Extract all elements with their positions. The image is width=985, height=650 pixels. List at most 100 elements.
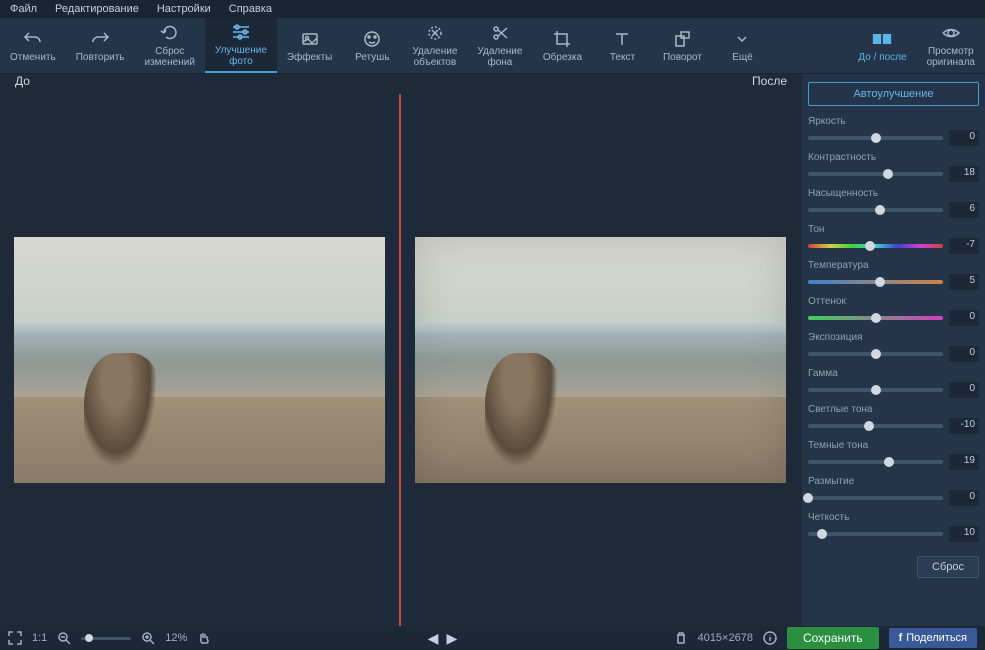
slider-value[interactable]: 0 xyxy=(949,382,979,398)
slider-label: Насыщенность xyxy=(808,188,979,199)
slider-value[interactable]: 19 xyxy=(949,454,979,470)
save-button[interactable]: Сохранить xyxy=(787,627,879,649)
rotate-button[interactable]: Поворот xyxy=(652,18,712,73)
slider-label: Оттенок xyxy=(808,296,979,307)
menu-settings[interactable]: Настройки xyxy=(157,3,211,15)
slider-row: Яркость 0 xyxy=(808,116,979,146)
slider-value[interactable]: 0 xyxy=(949,490,979,506)
undo-button[interactable]: Отменить xyxy=(0,18,66,73)
eraser-icon xyxy=(425,23,445,43)
after-label: После xyxy=(752,74,787,90)
effects-icon xyxy=(300,29,320,49)
text-icon xyxy=(612,29,632,49)
menu-help[interactable]: Справка xyxy=(229,3,272,15)
image-dimensions: 4015×2678 xyxy=(698,632,753,644)
reset-changes-button[interactable]: Сброс изменений xyxy=(135,18,205,73)
more-button[interactable]: Ещё xyxy=(712,18,772,73)
slider-track[interactable] xyxy=(808,208,943,212)
slider-track[interactable] xyxy=(808,424,943,428)
slider-row: Темные тона19 xyxy=(808,440,979,470)
zoom-slider[interactable] xyxy=(81,637,131,640)
redo-button[interactable]: Повторить xyxy=(66,18,135,73)
redo-icon xyxy=(90,29,110,49)
scissors-icon xyxy=(490,23,510,43)
slider-row: Светлые тона -10 xyxy=(808,404,979,434)
sliders-icon xyxy=(231,22,251,42)
slider-row: Температура5 xyxy=(808,260,979,290)
slider-label: Экспозиция xyxy=(808,332,979,343)
toolbar: Отменить Повторить Сброс изменений Улучш… xyxy=(0,18,985,74)
reset-icon xyxy=(160,23,180,43)
slider-track[interactable] xyxy=(808,460,943,464)
slider-row: Четкость10 xyxy=(808,512,979,542)
zoom-in-button[interactable] xyxy=(141,631,155,645)
slider-track[interactable] xyxy=(808,136,943,140)
prev-image-button[interactable]: ◀ xyxy=(428,630,439,647)
bg-removal-button[interactable]: Удаление фона xyxy=(467,18,532,73)
menu-file[interactable]: Файл xyxy=(10,3,37,15)
actual-size-button[interactable]: 1:1 xyxy=(32,632,47,644)
retouch-button[interactable]: Ретушь xyxy=(342,18,402,73)
slider-row: Экспозиция 0 xyxy=(808,332,979,362)
slider-label: Контрастность xyxy=(808,152,979,163)
slider-value[interactable]: 0 xyxy=(949,346,979,362)
rotate-icon xyxy=(672,29,692,49)
slider-track[interactable] xyxy=(808,172,943,176)
pan-button[interactable] xyxy=(197,631,211,645)
delete-button[interactable] xyxy=(674,631,688,645)
slider-track[interactable] xyxy=(808,532,943,536)
slider-value[interactable]: 0 xyxy=(949,130,979,146)
slider-row: Контрастность 18 xyxy=(808,152,979,182)
before-label: До xyxy=(15,74,30,90)
slider-value[interactable]: -7 xyxy=(949,238,979,254)
enhance-button[interactable]: Улучшение фото xyxy=(205,18,277,73)
compare-icon xyxy=(872,29,892,49)
auto-enhance-button[interactable]: Автоулучшение xyxy=(808,82,979,106)
slider-label: Светлые тона xyxy=(808,404,979,415)
slider-track[interactable] xyxy=(808,388,943,392)
object-removal-button[interactable]: Удаление объектов xyxy=(402,18,467,73)
zoom-out-button[interactable] xyxy=(57,631,71,645)
slider-track[interactable] xyxy=(808,352,943,356)
slider-label: Гамма xyxy=(808,368,979,379)
slider-value[interactable]: -10 xyxy=(949,418,979,434)
slider-row: Гамма 0 xyxy=(808,368,979,398)
slider-row: Насыщенность 6 xyxy=(808,188,979,218)
slider-track[interactable] xyxy=(808,496,943,500)
chevron-down-icon xyxy=(732,29,752,49)
adjustments-panel: Автоулучшение Яркость 0 Контрастность 18 Нас… xyxy=(802,74,985,626)
slider-row: Оттенок 0 xyxy=(808,296,979,326)
facebook-icon: f xyxy=(899,632,903,644)
slider-value[interactable]: 18 xyxy=(949,166,979,182)
menu-edit[interactable]: Редактирование xyxy=(55,3,139,15)
eye-icon xyxy=(941,23,961,43)
slider-label: Тон xyxy=(808,224,979,235)
info-button[interactable] xyxy=(763,631,777,645)
slider-value[interactable]: 0 xyxy=(949,310,979,326)
before-after-button[interactable]: До / после xyxy=(848,18,916,73)
statusbar: 1:1 12% ◀ ▶ 4015×2678 Сохранить f Подели… xyxy=(0,626,985,650)
slider-value[interactable]: 10 xyxy=(949,526,979,542)
slider-label: Размытие xyxy=(808,476,979,487)
before-image[interactable] xyxy=(14,237,385,483)
slider-value[interactable]: 6 xyxy=(949,202,979,218)
slider-row: Тон -7 xyxy=(808,224,979,254)
fullscreen-button[interactable] xyxy=(8,631,22,645)
canvas-area: До После xyxy=(0,74,802,626)
next-image-button[interactable]: ▶ xyxy=(446,630,457,647)
crop-button[interactable]: Обрезка xyxy=(532,18,592,73)
slider-track[interactable] xyxy=(808,316,943,320)
compare-divider[interactable] xyxy=(399,94,401,626)
slider-row: Размытие 0 xyxy=(808,476,979,506)
share-button[interactable]: f Поделиться xyxy=(889,628,977,648)
slider-label: Яркость xyxy=(808,116,979,127)
slider-track[interactable] xyxy=(808,280,943,284)
slider-value[interactable]: 5 xyxy=(949,274,979,290)
view-original-button[interactable]: Просмотр оригинала xyxy=(917,18,985,73)
reset-sliders-button[interactable]: Сброс xyxy=(917,556,979,578)
slider-track[interactable] xyxy=(808,244,943,248)
effects-button[interactable]: Эффекты xyxy=(277,18,342,73)
text-button[interactable]: Текст xyxy=(592,18,652,73)
after-image[interactable] xyxy=(415,237,786,483)
zoom-level: 12% xyxy=(165,632,187,644)
